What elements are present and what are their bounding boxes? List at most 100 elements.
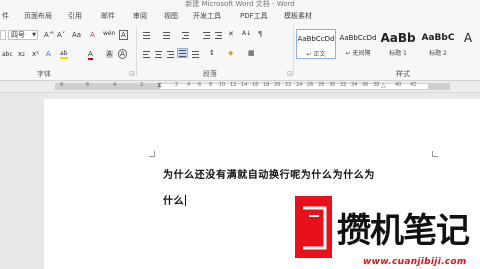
watermark-text: 攒机笔记 xyxy=(337,211,470,251)
ruler-tick: 20 xyxy=(274,82,281,88)
chinese-layout-icon[interactable]: ✕ xyxy=(228,30,234,38)
tab-page-layout[interactable]: 页面布局 xyxy=(24,11,52,21)
ruler-tick: 4 xyxy=(113,82,117,88)
ruler-right-margin xyxy=(428,83,450,90)
ruler-tick: 40 xyxy=(395,82,402,88)
ruler-tick: 36 xyxy=(362,82,369,88)
phonetic-guide-button[interactable]: wén xyxy=(103,30,115,37)
align-left-icon[interactable] xyxy=(142,50,151,58)
ruler-tick: 24 xyxy=(296,82,303,88)
font-dialog-launcher-icon[interactable]: ◲ xyxy=(129,70,135,77)
grow-font-button[interactable]: A^ xyxy=(44,31,55,39)
text-caret xyxy=(185,195,187,206)
numbering-icon[interactable] xyxy=(162,31,171,39)
superscript-button[interactable]: x² xyxy=(32,50,39,58)
font-color-button[interactable]: A xyxy=(88,50,93,60)
style-title[interactable]: A xyxy=(458,29,478,59)
ruler-tick: 6 xyxy=(198,82,202,88)
ruler-left-margin xyxy=(55,83,160,90)
shrink-font-button[interactable]: A˅ xyxy=(57,31,65,39)
increase-indent-icon[interactable] xyxy=(214,31,223,39)
watermark: 攒机笔记 www.cuanjibiji.com xyxy=(295,196,480,269)
ruler-tick: 28 xyxy=(318,82,325,88)
style-sample: A xyxy=(463,31,473,45)
shading-icon[interactable]: ◈ xyxy=(228,49,233,57)
font-size-box[interactable]: 四号 ▼ xyxy=(8,30,38,40)
style-no-spacing[interactable]: AaBbCcDd ↵ 无间隔 xyxy=(338,29,378,59)
ruler-tick: 42 xyxy=(410,82,417,88)
encircle-char-button[interactable]: A xyxy=(118,49,127,59)
ruler-tick: 6 xyxy=(86,82,90,88)
style-name: ↵ 无间隔 xyxy=(345,50,371,57)
ruler-tick: 8 xyxy=(60,82,64,88)
line-spacing-icon[interactable]: ↕ xyxy=(209,49,215,57)
right-indent-marker-icon[interactable]: △ xyxy=(381,82,386,89)
sort-icon[interactable]: A↓ xyxy=(242,30,251,37)
tab-templates[interactable]: 模板素材 xyxy=(284,11,312,21)
show-marks-icon[interactable]: ¶ xyxy=(258,30,262,38)
style-normal[interactable]: AaBbCcDd ↵ 正文 xyxy=(296,29,336,59)
bullets-icon[interactable] xyxy=(142,31,151,39)
ruler-tick: 22 xyxy=(285,82,292,88)
ruler-tick: 2 xyxy=(140,82,144,88)
tab-developer[interactable]: 开发工具 xyxy=(193,11,221,21)
strikethrough-button[interactable]: abc xyxy=(2,51,13,58)
tab-home[interactable]: 件 xyxy=(2,11,9,21)
tab-pdf-tools[interactable]: PDF工具 xyxy=(240,11,268,21)
clear-format-button[interactable]: A xyxy=(90,31,95,39)
font-group-label: 字体 xyxy=(37,70,51,78)
ruler-tick: 4 xyxy=(187,82,191,88)
text-effects-icon[interactable]: A xyxy=(46,50,51,58)
justify-icon[interactable] xyxy=(177,48,188,58)
font-name-box[interactable] xyxy=(0,30,6,40)
ruler-tick: 18 xyxy=(263,82,270,88)
paragraph-dialog-launcher-icon[interactable]: ◲ xyxy=(287,70,293,77)
decrease-indent-icon[interactable] xyxy=(202,31,211,39)
tab-review[interactable]: 审阅 xyxy=(133,11,147,21)
styles-group-label: 样式 xyxy=(396,70,410,78)
margin-corner-mark xyxy=(432,151,438,157)
ruler-tick: 2 xyxy=(175,82,179,88)
multilevel-list-icon[interactable] xyxy=(181,31,190,39)
tab-view[interactable]: 视图 xyxy=(164,11,178,21)
paragraph-group-label: 段落 xyxy=(203,70,217,78)
style-sample: AaBbC xyxy=(421,33,455,43)
borders-icon[interactable]: ▦ xyxy=(248,49,255,57)
horizontal-ruler[interactable]: ⧗ △ 8 6 4 2 2 4 6 8 10 12 14 16 18 20 22… xyxy=(0,81,480,93)
align-right-icon[interactable] xyxy=(166,50,175,58)
tab-references[interactable]: 引用 xyxy=(68,11,82,21)
tab-mailings[interactable]: 邮件 xyxy=(101,11,115,21)
font-size-value: 四号 xyxy=(11,31,25,39)
style-name: ↵ 正文 xyxy=(306,51,326,58)
ruler-tick: 26 xyxy=(307,82,314,88)
ribbon-tabs: 件 页面布局 引用 邮件 审阅 视图 开发工具 PDF工具 模板素材 xyxy=(0,9,480,22)
ruler-tick: 16 xyxy=(252,82,259,88)
margin-corner-mark xyxy=(149,151,155,157)
group-divider xyxy=(136,26,137,76)
align-center-icon[interactable] xyxy=(154,50,163,58)
style-sample: AaBb xyxy=(380,31,416,45)
style-heading-2[interactable]: AaBbC 标题 2 xyxy=(418,29,458,59)
style-sample: AaBbCcDd xyxy=(297,35,335,43)
ruler-tick: 8 xyxy=(209,82,213,88)
char-shading-button[interactable]: A xyxy=(106,50,113,58)
style-heading-1[interactable]: AaBb 标题 1 xyxy=(378,29,418,59)
char-border-button[interactable]: A xyxy=(119,30,128,40)
style-sample: AaBbCcDd xyxy=(339,34,377,42)
style-name: 标题 1 xyxy=(389,50,407,57)
highlight-button[interactable]: ab xyxy=(60,50,68,59)
document-text-line[interactable]: 什么 xyxy=(163,192,187,207)
ruler-tick: 32 xyxy=(340,82,347,88)
watermark-logo-icon xyxy=(303,206,327,250)
chevron-down-icon: ▼ xyxy=(32,32,36,38)
ruler-tick: 10 xyxy=(219,82,226,88)
window-title: 新建 Microsoft Word 文档 - Word xyxy=(185,0,295,8)
document-text-line[interactable]: 为什么还没有满就自动换行呢为什么为什么为 xyxy=(163,166,375,181)
distribute-icon[interactable] xyxy=(191,50,200,58)
ribbon: 四号 ▼ A^ A˅ Aa A wén A abc x₂ x² A ab A A … xyxy=(0,22,480,81)
change-case-button[interactable]: Aa xyxy=(72,31,81,39)
subscript-button[interactable]: x₂ xyxy=(18,50,25,58)
watermark-logo-block xyxy=(295,196,332,258)
indent-marker-icon[interactable]: ⧗ xyxy=(157,81,162,90)
watermark-url: www.cuanjibiji.com xyxy=(363,257,467,267)
